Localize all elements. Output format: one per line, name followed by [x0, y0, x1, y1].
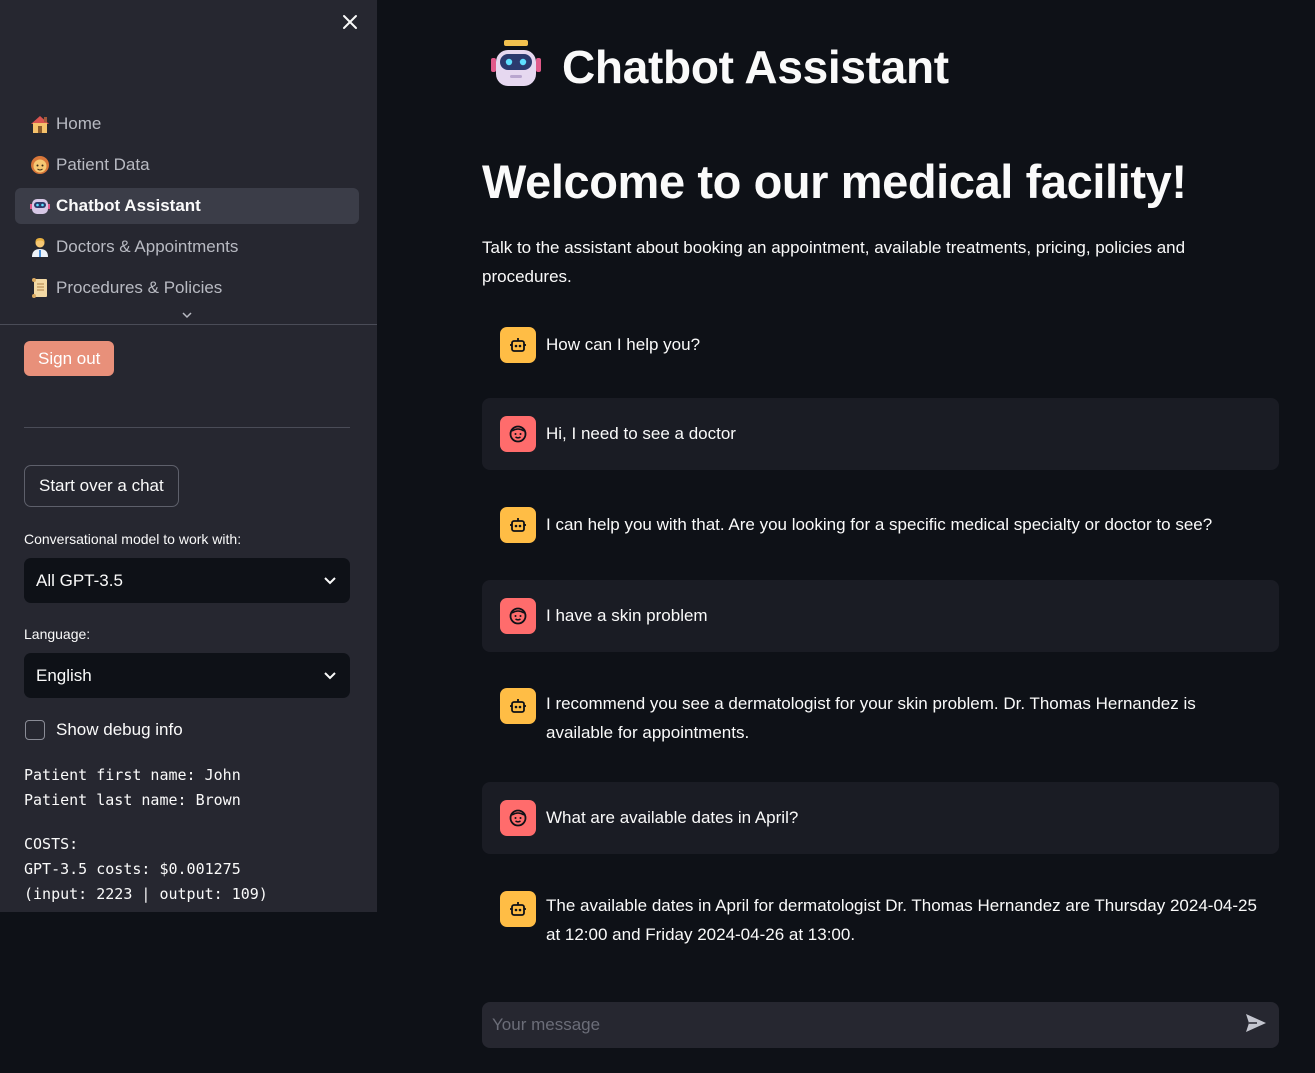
- show-debug-label: Show debug info: [56, 720, 183, 739]
- chat-message-user: What are available dates in April?: [482, 782, 1279, 854]
- sidebar-item-label: Doctors & Appointments: [56, 237, 239, 256]
- sidebar-item-label: Patient Data: [56, 155, 150, 174]
- sidebar-item-chatbot-assistant[interactable]: Chatbot Assistant: [15, 188, 359, 224]
- user-avatar-icon: [500, 416, 536, 452]
- doctor-emoji-icon: [27, 234, 53, 260]
- chat-message-input[interactable]: [492, 1015, 1192, 1035]
- intro-text: Talk to the assistant about booking an a…: [482, 238, 1186, 286]
- chat-message-user: I have a skin problem: [482, 580, 1279, 652]
- chevron-down-icon: [324, 576, 336, 584]
- patient-first-name: Patient first name: John: [24, 766, 241, 784]
- chat-message-text: How can I help you?: [546, 335, 701, 354]
- bot-avatar-icon: [500, 327, 536, 363]
- costs-header: COSTS:: [24, 835, 79, 853]
- chat-message-text: I recommend you see a dermatologist for …: [546, 694, 1196, 742]
- sidebar: Home Patient Data Chatbot Assistant Doct…: [0, 0, 377, 912]
- chat-message-assistant: The available dates in April for dermato…: [482, 891, 1279, 953]
- model-select[interactable]: All GPT-3.5: [24, 558, 350, 603]
- bot-avatar-icon: [500, 891, 536, 927]
- scroll-emoji-icon: [27, 275, 53, 301]
- robot-emoji-icon: [27, 193, 53, 219]
- sidebar-item-label: Home: [56, 114, 102, 133]
- show-debug-checkbox[interactable]: [25, 720, 45, 740]
- show-debug-checkbox-row[interactable]: Show debug info: [25, 720, 183, 740]
- model-select-value: All GPT-3.5: [36, 570, 123, 590]
- house-emoji-icon: [27, 111, 53, 137]
- chevron-down-icon: [324, 671, 336, 679]
- chat-message-text: Hi, I need to see a doctor: [546, 424, 736, 443]
- sidebar-item-home[interactable]: Home: [15, 106, 359, 142]
- welcome-heading: Welcome to our medical facility!: [482, 155, 1187, 208]
- chat-message-text: The available dates in April for dermato…: [546, 896, 1257, 944]
- chat-message-user: Hi, I need to see a doctor: [482, 398, 1279, 470]
- sidebar-nav: Home Patient Data Chatbot Assistant Doct…: [15, 106, 359, 311]
- patient-last-name: Patient last name: Brown: [24, 791, 241, 809]
- person-emoji-icon: [27, 152, 53, 178]
- sidebar-item-label: Procedures & Policies: [56, 278, 223, 297]
- language-select-label: Language:: [24, 626, 91, 642]
- chat-message-assistant: I can help you with that. Are you lookin…: [482, 507, 1279, 545]
- costs-line: GPT-3.5 costs: $0.001275: [24, 860, 241, 878]
- bot-avatar-icon: [500, 507, 536, 543]
- language-select[interactable]: English: [24, 653, 350, 698]
- user-avatar-icon: [500, 800, 536, 836]
- user-avatar-icon: [500, 598, 536, 634]
- page-title: Chatbot Assistant: [562, 40, 949, 93]
- page-header: Chatbot Assistant: [490, 38, 949, 95]
- language-select-value: English: [36, 665, 92, 685]
- chat-message-text: I can help you with that. Are you lookin…: [546, 515, 1213, 534]
- chat-message-text: What are available dates in April?: [546, 808, 799, 827]
- chevron-down-icon[interactable]: [178, 308, 196, 322]
- chat-message-assistant: I recommend you see a dermatologist for …: [482, 688, 1279, 750]
- model-select-label: Conversational model to work with:: [24, 531, 242, 547]
- sidebar-item-patient-data[interactable]: Patient Data: [15, 147, 359, 183]
- sidebar-item-procedures-policies[interactable]: Procedures & Policies: [15, 270, 359, 306]
- chat-input-bar: [482, 1002, 1279, 1048]
- sidebar-item-doctors-appointments[interactable]: Doctors & Appointments: [15, 229, 359, 265]
- robot-emoji-icon: [490, 38, 542, 95]
- costs-detail: (input: 2223 | output: 109): [24, 885, 268, 903]
- send-icon[interactable]: [1245, 1013, 1267, 1038]
- chat-message-assistant: How can I help you?: [482, 326, 1279, 364]
- close-sidebar-icon[interactable]: [336, 8, 364, 36]
- bot-avatar-icon: [500, 688, 536, 724]
- divider: [24, 427, 350, 428]
- sign-out-button[interactable]: Sign out: [24, 341, 115, 376]
- chat-message-text: I have a skin problem: [546, 606, 708, 625]
- divider: [0, 324, 377, 325]
- sidebar-item-label: Chatbot Assistant: [56, 196, 201, 215]
- start-over-chat-button[interactable]: Start over a chat: [24, 465, 179, 507]
